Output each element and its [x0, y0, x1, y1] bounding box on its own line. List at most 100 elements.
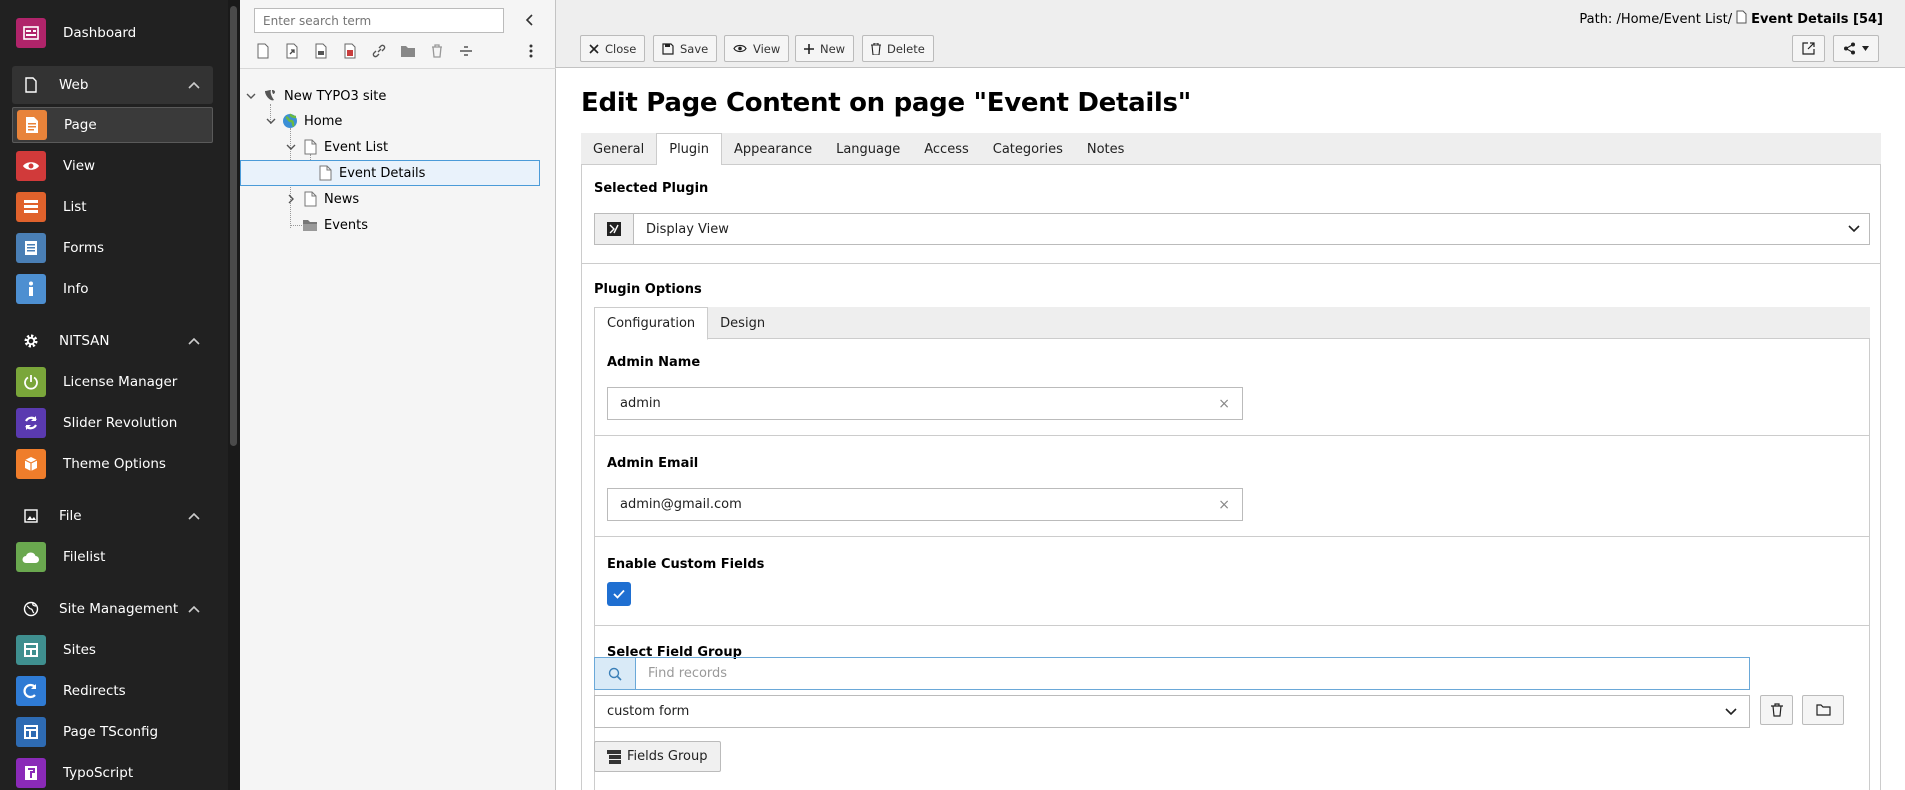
tree-node-event-details[interactable]: Event Details [240, 160, 540, 186]
module-list[interactable]: List [12, 189, 213, 225]
delete-field-group-button[interactable] [1760, 695, 1793, 725]
cube-icon [16, 449, 46, 479]
checkmark-icon [613, 589, 625, 599]
module-page-tsconfig-label: Page TSconfig [63, 724, 159, 740]
plugin-icon [595, 214, 634, 244]
module-info[interactable]: Info [12, 271, 213, 307]
chevron-down-icon[interactable] [244, 89, 258, 103]
fields-group-button[interactable]: Fields Group [594, 741, 721, 772]
close-button[interactable]: Close [580, 35, 646, 62]
caret-down-icon [1862, 46, 1869, 51]
custom-fields-checkbox[interactable] [607, 582, 631, 606]
field-group-select[interactable]: custom form [594, 695, 1750, 728]
module-group-nitsan-label: NITSAN [59, 333, 110, 349]
new-link-page-icon[interactable] [341, 42, 359, 60]
chevron-down-icon[interactable] [264, 114, 278, 128]
module-menu-scroll-thumb[interactable] [230, 6, 237, 446]
dashboard-icon [16, 18, 46, 48]
chevron-down-icon[interactable] [284, 140, 298, 154]
more-options-icon[interactable] [524, 42, 538, 60]
save-button-label: Save [680, 41, 709, 56]
tree-node-event-list[interactable]: Event List [284, 134, 388, 160]
plugin-select[interactable]: Display View [594, 213, 1870, 245]
module-group-web-label: Web [59, 77, 89, 93]
module-forms[interactable]: Forms [12, 230, 213, 266]
new-shortcut-page-icon[interactable] [283, 42, 301, 60]
module-dashboard[interactable]: Dashboard [12, 15, 213, 51]
tab-notes[interactable]: Notes [1075, 133, 1137, 165]
tree-separator [240, 68, 556, 69]
module-slider-revolution-label: Slider Revolution [63, 415, 178, 431]
filelist-icon [16, 542, 46, 572]
link-icon[interactable] [370, 42, 388, 60]
path-prefix: Path: /Home/Event List/ [1579, 11, 1733, 27]
trash-icon [871, 42, 881, 55]
divider-icon[interactable] [457, 42, 475, 60]
tab-access[interactable]: Access [912, 133, 981, 165]
module-group-nitsan[interactable]: NITSAN [12, 322, 213, 360]
module-info-label: Info [63, 281, 89, 297]
tab-categories[interactable]: Categories [981, 133, 1075, 165]
page-tree-panel: New TYPO3 site Home Event List Event Det… [240, 0, 556, 790]
delete-button[interactable]: Delete [862, 35, 934, 62]
module-license-manager[interactable]: License Manager [12, 364, 213, 400]
tsconfig-icon [16, 717, 46, 747]
image-icon [18, 503, 44, 529]
clear-icon[interactable]: × [1218, 396, 1230, 412]
view-button[interactable]: View [724, 35, 790, 62]
tree-node-news[interactable]: News [284, 186, 359, 212]
admin-name-field[interactable]: admin × [607, 387, 1243, 420]
module-view[interactable]: View [12, 148, 213, 184]
new-mountpoint-icon[interactable] [312, 42, 330, 60]
module-group-site-management[interactable]: Site Management [12, 590, 213, 628]
tab-appearance[interactable]: Appearance [722, 133, 824, 165]
module-group-file[interactable]: File [12, 497, 213, 535]
tab-design[interactable]: Design [708, 307, 777, 339]
module-page[interactable]: Page [12, 107, 213, 143]
find-records-input[interactable]: Find records [594, 657, 1750, 690]
browse-records-button[interactable] [1802, 695, 1844, 725]
fields-group-button-label: Fields Group [627, 749, 708, 764]
recycler-icon[interactable] [428, 42, 446, 60]
eye-icon [733, 44, 747, 53]
folder-open-icon [1815, 704, 1831, 716]
chevron-up-icon [188, 81, 200, 89]
module-sites-label: Sites [63, 642, 96, 658]
module-filelist[interactable]: Filelist [12, 539, 213, 575]
module-typoscript[interactable]: TypoScript [12, 755, 213, 790]
eye-icon [16, 151, 46, 181]
tab-plugin[interactable]: Plugin [656, 133, 723, 166]
tab-configuration[interactable]: Configuration [594, 307, 709, 340]
tab-general[interactable]: General [581, 133, 656, 165]
module-slider-revolution[interactable]: Slider Revolution [12, 405, 213, 441]
tree-search-input[interactable] [254, 8, 504, 33]
module-group-file-label: File [59, 508, 82, 524]
admin-name-value: admin [620, 396, 661, 411]
info-icon [16, 274, 46, 304]
tree-node-events[interactable]: Events [302, 212, 368, 238]
new-button-label: New [820, 41, 846, 56]
tree-node-root[interactable]: New TYPO3 site [244, 83, 386, 109]
collapse-tree-icon[interactable] [522, 12, 538, 28]
module-redirects[interactable]: Redirects [12, 673, 213, 709]
module-sites[interactable]: Sites [12, 632, 213, 668]
folder-icon[interactable] [399, 42, 417, 60]
open-new-window-button[interactable] [1792, 35, 1825, 62]
chevron-down-icon [1839, 214, 1869, 244]
admin-email-field[interactable]: admin@gmail.com × [607, 488, 1243, 521]
tree-toolbar [254, 42, 475, 60]
tree-node-home[interactable]: Home [264, 108, 342, 134]
new-button[interactable]: New [795, 35, 855, 62]
save-button[interactable]: Save [653, 35, 718, 62]
tab-language[interactable]: Language [824, 133, 912, 165]
module-page-tsconfig[interactable]: Page TSconfig [12, 714, 213, 750]
external-link-icon [1802, 42, 1815, 55]
new-page-icon[interactable] [254, 42, 272, 60]
clear-icon[interactable]: × [1218, 497, 1230, 513]
module-theme-options[interactable]: Theme Options [12, 446, 213, 482]
module-group-web[interactable]: Web [12, 66, 213, 104]
find-records-placeholder: Find records [648, 666, 728, 681]
chevron-right-icon[interactable] [284, 192, 298, 206]
share-button[interactable] [1833, 35, 1879, 62]
page-module-icon [17, 110, 47, 140]
